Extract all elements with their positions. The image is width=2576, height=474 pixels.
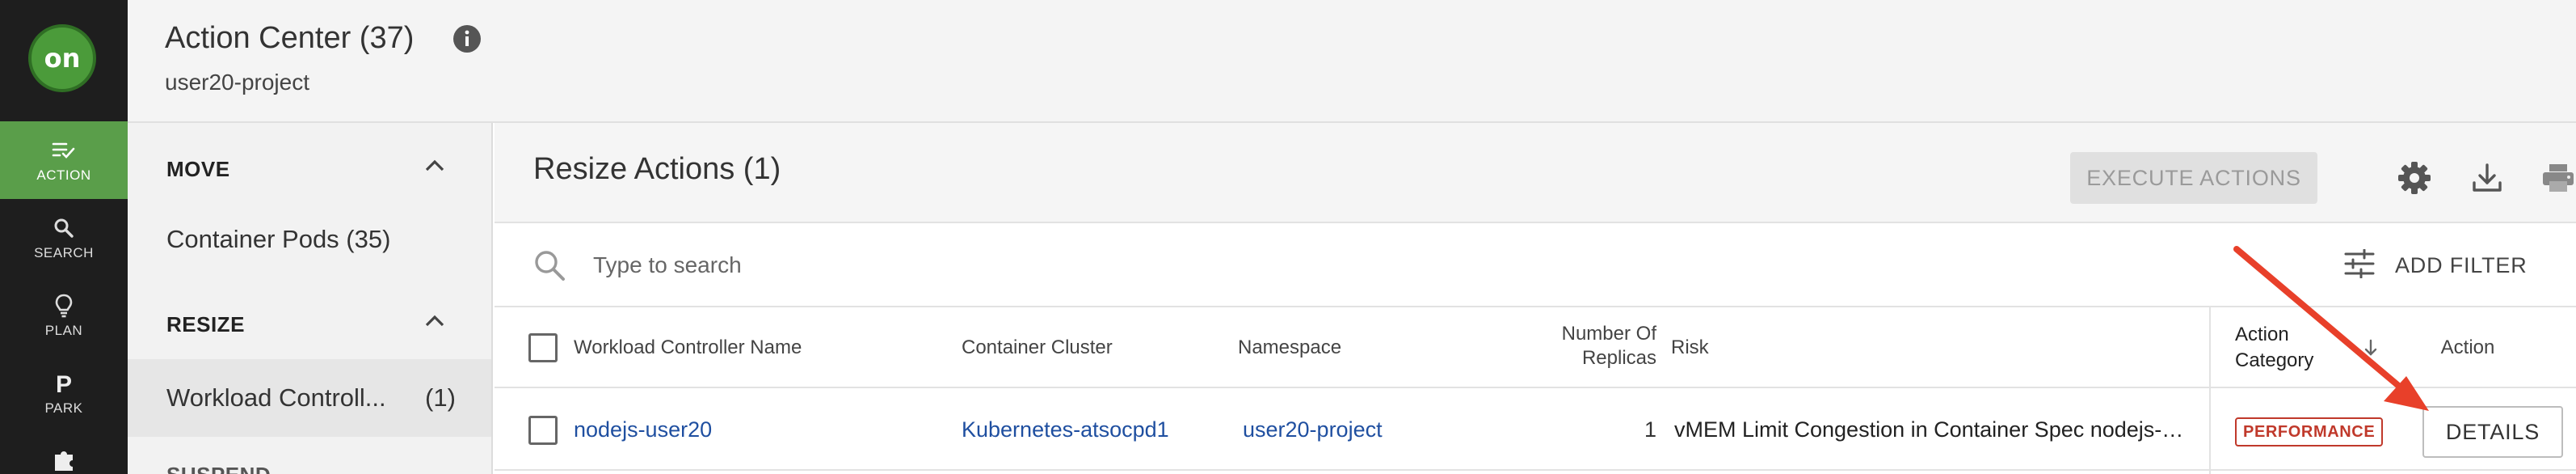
category-header-resize[interactable]: RESIZE	[166, 312, 245, 337]
column-header-cluster[interactable]: Container Cluster	[962, 336, 1113, 359]
actions-panel: Resize Actions (1) EXECUTE ACTIONS Type …	[495, 123, 2576, 474]
action-category-panel: MOVE Container Pods (35) RESIZE Workload…	[128, 123, 493, 474]
table-row[interactable]: nodejs-user20 Kubernetes-atsocpd1 user20…	[495, 390, 2576, 471]
page-subtitle: user20-project	[165, 70, 309, 95]
left-nav: on ACTION SEARCH PLAN P PARK	[0, 0, 128, 474]
column-header-action-category[interactable]: Action Category	[2235, 322, 2348, 374]
nav-item-plan[interactable]: PLAN	[0, 277, 128, 354]
category-item-workload-controller[interactable]: Workload Controll... (1)	[166, 383, 482, 413]
category-header-move[interactable]: MOVE	[166, 157, 230, 182]
chevron-up-icon[interactable]	[420, 155, 449, 176]
column-header-name[interactable]: Workload Controller Name	[574, 336, 802, 359]
sort-down-icon[interactable]	[2361, 338, 2380, 358]
add-filter-button[interactable]: ADD FILTER	[2343, 244, 2528, 286]
nav-label-action: ACTION	[36, 167, 91, 183]
replicas-value: 1	[1644, 417, 1656, 442]
actions-panel-title: Resize Actions (1)	[533, 152, 781, 186]
logo-area: on	[0, 0, 128, 121]
search-icon	[53, 214, 74, 242]
risk-text: vMEM Limit Congestion in Container Spec …	[1674, 417, 2188, 442]
search-icon	[532, 248, 567, 283]
category-item-count: (1)	[425, 383, 456, 412]
turbonomic-logo[interactable]: on	[28, 24, 96, 92]
select-all-checkbox[interactable]	[528, 333, 558, 362]
nav-item-park[interactable]: P PARK	[0, 354, 128, 432]
category-item-label: Workload Controll...	[166, 383, 386, 412]
details-button[interactable]: DETAILS	[2422, 406, 2563, 458]
info-icon[interactable]	[452, 24, 482, 53]
gear-icon[interactable]	[2397, 160, 2432, 196]
nav-label-plan: PLAN	[44, 323, 83, 338]
search-filter-row: ADD FILTER	[495, 223, 2576, 307]
logo-text: on	[44, 43, 81, 74]
chevron-up-icon[interactable]	[420, 311, 449, 332]
add-filter-label: ADD FILTER	[2395, 252, 2528, 277]
svg-text:P: P	[56, 371, 72, 396]
print-icon[interactable]	[2540, 160, 2576, 196]
lightbulb-icon	[55, 292, 73, 320]
table-header-row: Workload Controller Name Container Clust…	[495, 307, 2576, 388]
download-icon[interactable]	[2469, 160, 2505, 196]
row-checkbox[interactable]	[528, 416, 558, 445]
nav-item-search[interactable]: SEARCH	[0, 199, 128, 277]
execute-actions-button[interactable]: EXECUTE ACTIONS	[2070, 152, 2317, 204]
category-item-container-pods[interactable]: Container Pods (35)	[166, 225, 390, 254]
nav-item-extensions[interactable]	[0, 432, 128, 474]
park-p-icon: P	[54, 370, 74, 397]
performance-badge: PERFORMANCE	[2235, 417, 2384, 446]
page-title: Action Center (37)	[165, 21, 415, 55]
column-header-namespace[interactable]: Namespace	[1238, 336, 1341, 359]
column-header-replicas[interactable]: Number Of Replicas	[1529, 322, 1656, 370]
namespace-link[interactable]: user20-project	[1243, 417, 1383, 442]
page-header: Action Center (37) user20-project	[128, 0, 2576, 123]
workload-controller-link[interactable]: nodejs-user20	[574, 417, 712, 442]
nav-label-search: SEARCH	[34, 245, 94, 260]
category-header-suspend[interactable]: SUSPEND	[166, 463, 271, 474]
puzzle-icon	[52, 445, 76, 472]
search-input[interactable]	[593, 244, 1724, 286]
container-cluster-link[interactable]: Kubernetes-atsocpd1	[962, 417, 1169, 442]
actions-panel-header: Resize Actions (1) EXECUTE ACTIONS	[495, 123, 2576, 223]
nav-label-park: PARK	[44, 400, 83, 416]
filter-sliders-icon	[2343, 248, 2376, 282]
column-header-risk[interactable]: Risk	[1671, 336, 1709, 359]
nav-item-action[interactable]: ACTION	[0, 121, 128, 199]
action-list-icon	[52, 137, 76, 164]
column-header-action: Action	[2440, 336, 2495, 358]
